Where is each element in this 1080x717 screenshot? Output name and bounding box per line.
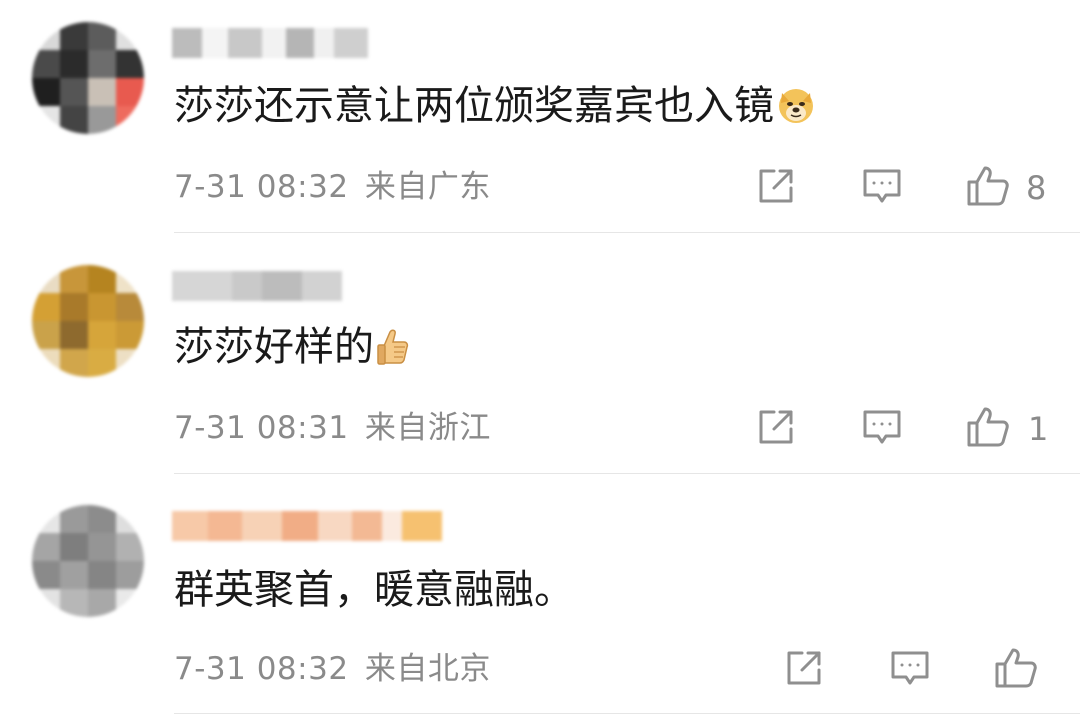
like-icon	[967, 407, 1009, 447]
reply-button[interactable]	[862, 407, 902, 447]
timestamp: 7-31 08:32	[174, 651, 349, 687]
comment-text: 莎莎还示意让两位颁奖嘉宾也入镜	[174, 78, 816, 140]
comment-item: 群英聚首，暖意融融。 7-31 08:32 来自北京	[0, 475, 1080, 717]
reply-button[interactable]	[890, 648, 930, 688]
avatar[interactable]	[32, 505, 144, 617]
share-icon	[759, 169, 793, 203]
reply-button[interactable]	[862, 166, 902, 206]
like-button[interactable]	[994, 646, 1038, 690]
username[interactable]	[172, 511, 442, 541]
thumbs-up-emoji-icon	[376, 325, 410, 381]
like-button[interactable]	[966, 164, 1010, 208]
avatar[interactable]	[32, 22, 144, 134]
share-button[interactable]	[756, 407, 796, 447]
comment-body: 群英聚首，暖意融融。	[174, 567, 574, 613]
location: 来自浙江	[364, 410, 491, 446]
divider	[174, 473, 1080, 474]
share-button[interactable]	[756, 166, 796, 206]
like-count: 8	[1026, 169, 1047, 207]
timestamp: 7-31 08:31	[174, 410, 349, 446]
avatar[interactable]	[32, 265, 144, 377]
username[interactable]	[172, 28, 368, 58]
divider	[174, 232, 1080, 233]
like-icon	[967, 166, 1009, 206]
comment-body: 莎莎好样的	[174, 324, 374, 370]
share-icon	[787, 651, 821, 685]
comment-item: 莎莎好样的 7-31 08:31 来自浙江 1	[0, 235, 1080, 475]
reply-icon	[891, 651, 929, 685]
reply-icon	[863, 410, 901, 444]
doge-emoji-icon	[776, 84, 816, 140]
username[interactable]	[172, 271, 342, 301]
like-icon	[995, 648, 1037, 688]
share-icon	[759, 410, 793, 444]
timestamp: 7-31 08:32	[174, 169, 349, 205]
like-count: 1	[1028, 410, 1049, 448]
comment-meta: 7-31 08:31 来自浙江	[174, 408, 491, 448]
location: 来自北京	[364, 651, 491, 687]
comment-item: 莎莎还示意让两位颁奖嘉宾也入镜 7-31 08:32 来自广东 8	[0, 0, 1080, 235]
divider	[174, 713, 1080, 714]
share-button[interactable]	[784, 648, 824, 688]
like-button[interactable]	[966, 405, 1010, 449]
comment-meta: 7-31 08:32 来自广东	[174, 167, 491, 207]
comment-text: 莎莎好样的	[174, 319, 410, 381]
comment-body: 莎莎还示意让两位颁奖嘉宾也入镜	[174, 83, 774, 129]
location: 来自广东	[364, 169, 491, 205]
comment-meta: 7-31 08:32 来自北京	[174, 649, 491, 689]
comment-text: 群英聚首，暖意融融。	[174, 562, 574, 618]
reply-icon	[863, 169, 901, 203]
